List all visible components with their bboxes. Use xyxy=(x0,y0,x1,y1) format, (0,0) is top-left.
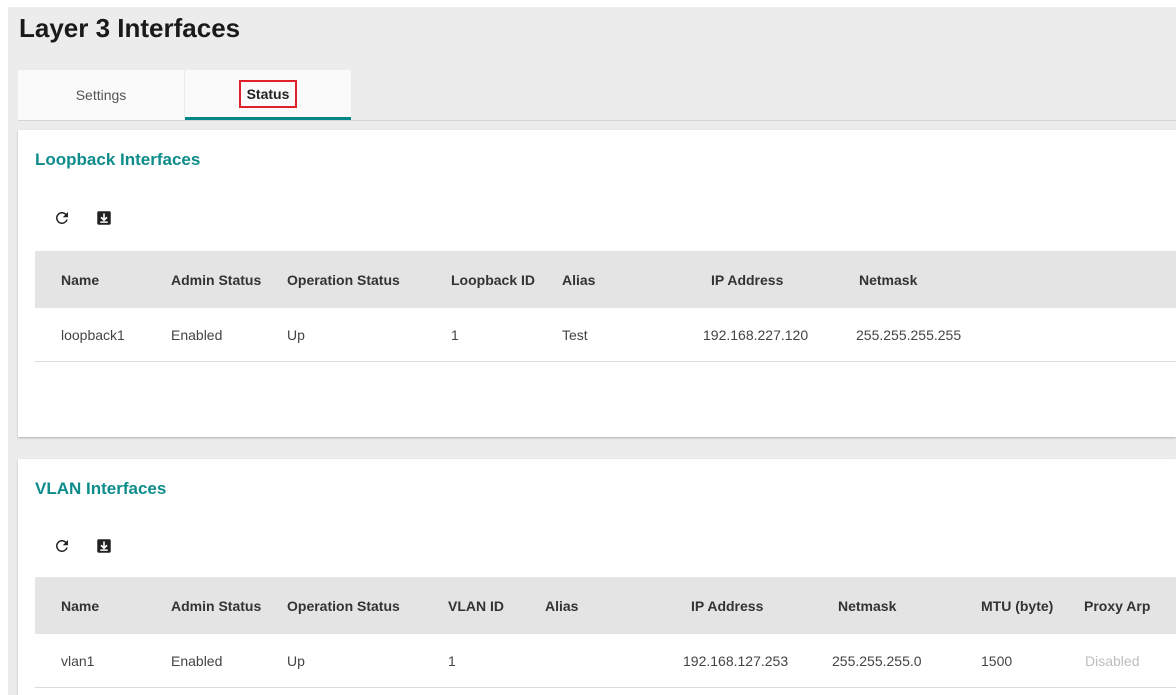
tab-status-label: Status xyxy=(238,79,298,108)
column-header[interactable]: VLAN ID xyxy=(448,577,504,634)
export-icon[interactable] xyxy=(94,536,114,556)
refresh-icon[interactable] xyxy=(52,208,72,228)
page-background: Layer 3 Interfaces Settings Status Loopb… xyxy=(8,7,1176,695)
column-header[interactable]: Alias xyxy=(562,251,595,308)
page-title: Layer 3 Interfaces xyxy=(19,13,241,43)
tab-settings[interactable]: Settings xyxy=(18,70,184,120)
column-header[interactable]: Netmask xyxy=(859,251,917,308)
refresh-icon[interactable] xyxy=(52,536,72,556)
table-cell: 1 xyxy=(451,326,459,343)
column-header[interactable]: Name xyxy=(61,251,99,308)
column-header[interactable]: Operation Status xyxy=(287,251,400,308)
column-header[interactable]: Operation Status xyxy=(287,577,400,634)
column-header[interactable]: IP Address xyxy=(711,251,783,308)
column-header[interactable]: MTU (byte) xyxy=(981,577,1053,634)
loopback-interfaces-card: Loopback Interfaces Name Admin Status Op… xyxy=(18,130,1176,437)
column-header[interactable]: Loopback ID xyxy=(451,251,535,308)
table-cell: loopback1 xyxy=(61,326,125,343)
column-header[interactable]: IP Address xyxy=(691,577,763,634)
table-cell: Enabled xyxy=(171,652,223,669)
vlan-interfaces-card: VLAN Interfaces Name Admin Status Operat… xyxy=(18,459,1176,695)
table-cell: vlan1 xyxy=(61,652,95,669)
table-cell: 255.255.255.255 xyxy=(856,326,962,343)
table-cell: 192.168.227.120 xyxy=(703,326,809,343)
loopback-section-title: Loopback Interfaces xyxy=(35,150,201,169)
column-header[interactable]: Name xyxy=(61,577,99,634)
table-cell: 192.168.127.253 xyxy=(683,652,789,669)
table-cell: 1 xyxy=(448,652,456,669)
table-cell: Up xyxy=(287,652,305,669)
table-cell: 255.255.255.0 xyxy=(832,652,922,669)
table-row[interactable]: vlan1 Enabled Up 1 192.168.127.253 255.2… xyxy=(35,634,1176,688)
column-header[interactable]: Proxy Arp xyxy=(1084,577,1150,634)
proxy-arp-status: Disabled xyxy=(1085,652,1140,669)
vlan-section-title: VLAN Interfaces xyxy=(35,479,167,498)
column-header[interactable]: Admin Status xyxy=(171,251,261,308)
table-cell: Test xyxy=(562,326,588,343)
column-header[interactable]: Alias xyxy=(545,577,578,634)
loopback-table-header: Name Admin Status Operation Status Loopb… xyxy=(35,251,1176,308)
vlan-toolbar xyxy=(52,536,114,556)
vlan-table-header: Name Admin Status Operation Status VLAN … xyxy=(35,577,1176,634)
table-cell: Up xyxy=(287,326,305,343)
tab-status[interactable]: Status xyxy=(185,70,351,120)
tab-settings-label: Settings xyxy=(75,87,127,103)
table-row[interactable]: loopback1 Enabled Up 1 Test 192.168.227.… xyxy=(35,308,1176,362)
tab-bar: Settings Status xyxy=(18,70,1176,121)
column-header[interactable]: Admin Status xyxy=(171,577,261,634)
export-icon[interactable] xyxy=(94,208,114,228)
table-cell: 1500 xyxy=(981,652,1013,669)
table-cell: Enabled xyxy=(171,326,223,343)
loopback-toolbar xyxy=(52,208,114,228)
column-header[interactable]: Netmask xyxy=(838,577,896,634)
